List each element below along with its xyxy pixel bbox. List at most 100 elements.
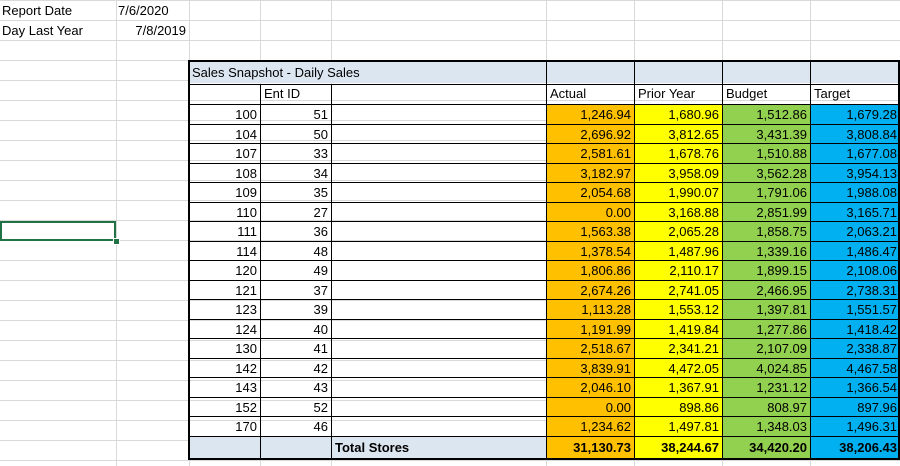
actual-cell[interactable]: 2,581.61 [546,144,634,164]
target-cell[interactable]: 1,418.42 [810,320,900,340]
ent-id-cell[interactable]: 36 [260,222,331,242]
target-cell[interactable]: 2,338.87 [810,339,900,359]
ent-id-cell[interactable]: 51 [260,105,331,125]
budget-cell[interactable]: 808.97 [722,398,810,418]
prior-year-cell[interactable]: 4,472.05 [634,359,722,379]
selected-cell[interactable] [0,221,116,241]
report-date-label[interactable]: Report Date [0,1,115,21]
header-target[interactable]: Target [812,84,899,104]
store-number-cell[interactable]: 130 [189,339,260,359]
target-cell[interactable]: 2,063.21 [810,222,900,242]
day-last-year-value[interactable]: 7/8/2019 [116,21,189,41]
ent-id-cell[interactable]: 48 [260,242,331,262]
ent-id-cell[interactable]: 39 [260,300,331,320]
store-number-cell[interactable]: 109 [189,183,260,203]
prior-year-cell[interactable]: 2,110.17 [634,261,722,281]
budget-cell[interactable]: 1,858.75 [722,222,810,242]
ent-id-cell[interactable]: 37 [260,281,331,301]
header-ent-id[interactable]: Ent ID [262,84,330,104]
target-cell[interactable]: 1,551.57 [810,300,900,320]
actual-cell[interactable]: 2,518.67 [546,339,634,359]
actual-cell[interactable]: 1,378.54 [546,242,634,262]
actual-cell[interactable]: 1,234.62 [546,417,634,437]
target-cell[interactable]: 897.96 [810,398,900,418]
budget-cell[interactable]: 1,791.06 [722,183,810,203]
ent-id-cell[interactable]: 40 [260,320,331,340]
store-number-cell[interactable]: 121 [189,281,260,301]
total-actual[interactable]: 31,130.73 [546,438,634,458]
store-number-cell[interactable]: 100 [189,105,260,125]
actual-cell[interactable]: 3,839.91 [546,359,634,379]
store-number-cell[interactable]: 114 [189,242,260,262]
actual-cell[interactable]: 3,182.97 [546,164,634,184]
actual-cell[interactable]: 2,046.10 [546,378,634,398]
budget-cell[interactable]: 1,397.81 [722,300,810,320]
target-cell[interactable]: 1,366.54 [810,378,900,398]
store-number-cell[interactable]: 120 [189,261,260,281]
actual-cell[interactable]: 0.00 [546,398,634,418]
prior-year-cell[interactable]: 898.86 [634,398,722,418]
report-date-value[interactable]: 7/6/2020 [116,1,189,21]
budget-cell[interactable]: 4,024.85 [722,359,810,379]
ent-id-cell[interactable]: 42 [260,359,331,379]
store-number-cell[interactable]: 108 [189,164,260,184]
prior-year-cell[interactable]: 3,168.88 [634,203,722,223]
header-prior-year[interactable]: Prior Year [636,84,721,104]
prior-year-cell[interactable]: 1,367.91 [634,378,722,398]
prior-year-cell[interactable]: 2,065.28 [634,222,722,242]
store-number-cell[interactable]: 142 [189,359,260,379]
store-number-cell[interactable]: 143 [189,378,260,398]
prior-year-cell[interactable]: 1,553.12 [634,300,722,320]
prior-year-cell[interactable]: 3,958.09 [634,164,722,184]
budget-cell[interactable]: 3,562.28 [722,164,810,184]
store-number-cell[interactable]: 111 [189,222,260,242]
target-cell[interactable]: 4,467.58 [810,359,900,379]
prior-year-cell[interactable]: 1,497.81 [634,417,722,437]
budget-cell[interactable]: 1,348.03 [722,417,810,437]
ent-id-cell[interactable]: 43 [260,378,331,398]
actual-cell[interactable]: 2,696.92 [546,125,634,145]
prior-year-cell[interactable]: 1,680.96 [634,105,722,125]
ent-id-cell[interactable]: 27 [260,203,331,223]
actual-cell[interactable]: 1,563.38 [546,222,634,242]
ent-id-cell[interactable]: 49 [260,261,331,281]
actual-cell[interactable]: 1,246.94 [546,105,634,125]
target-cell[interactable]: 1,496.31 [810,417,900,437]
prior-year-cell[interactable]: 1,678.76 [634,144,722,164]
target-cell[interactable]: 3,808.84 [810,125,900,145]
actual-cell[interactable]: 1,191.99 [546,320,634,340]
budget-cell[interactable]: 1,339.16 [722,242,810,262]
store-number-cell[interactable]: 107 [189,144,260,164]
target-cell[interactable]: 3,165.71 [810,203,900,223]
budget-cell[interactable]: 1,277.86 [722,320,810,340]
actual-cell[interactable]: 1,806.86 [546,261,634,281]
ent-id-cell[interactable]: 41 [260,339,331,359]
actual-cell[interactable]: 2,054.68 [546,183,634,203]
budget-cell[interactable]: 1,510.88 [722,144,810,164]
actual-cell[interactable]: 0.00 [546,203,634,223]
budget-cell[interactable]: 1,512.86 [722,105,810,125]
ent-id-cell[interactable]: 34 [260,164,331,184]
total-target[interactable]: 38,206.43 [810,438,900,458]
ent-id-cell[interactable]: 35 [260,183,331,203]
budget-cell[interactable]: 2,107.09 [722,339,810,359]
total-budget[interactable]: 34,420.20 [722,438,810,458]
target-cell[interactable]: 1,679.28 [810,105,900,125]
store-number-cell[interactable]: 110 [189,203,260,223]
target-cell[interactable]: 1,988.08 [810,183,900,203]
store-number-cell[interactable]: 104 [189,125,260,145]
store-number-cell[interactable]: 124 [189,320,260,340]
header-actual[interactable]: Actual [548,84,633,104]
total-stores-label[interactable]: Total Stores [333,438,545,458]
prior-year-cell[interactable]: 3,812.65 [634,125,722,145]
target-cell[interactable]: 3,954.13 [810,164,900,184]
store-number-cell[interactable]: 170 [189,417,260,437]
budget-cell[interactable]: 3,431.39 [722,125,810,145]
target-cell[interactable]: 1,677.08 [810,144,900,164]
ent-id-cell[interactable]: 50 [260,125,331,145]
budget-cell[interactable]: 1,231.12 [722,378,810,398]
day-last-year-label[interactable]: Day Last Year [0,21,115,41]
actual-cell[interactable]: 1,113.28 [546,300,634,320]
store-number-cell[interactable]: 123 [189,300,260,320]
target-cell[interactable]: 1,486.47 [810,242,900,262]
